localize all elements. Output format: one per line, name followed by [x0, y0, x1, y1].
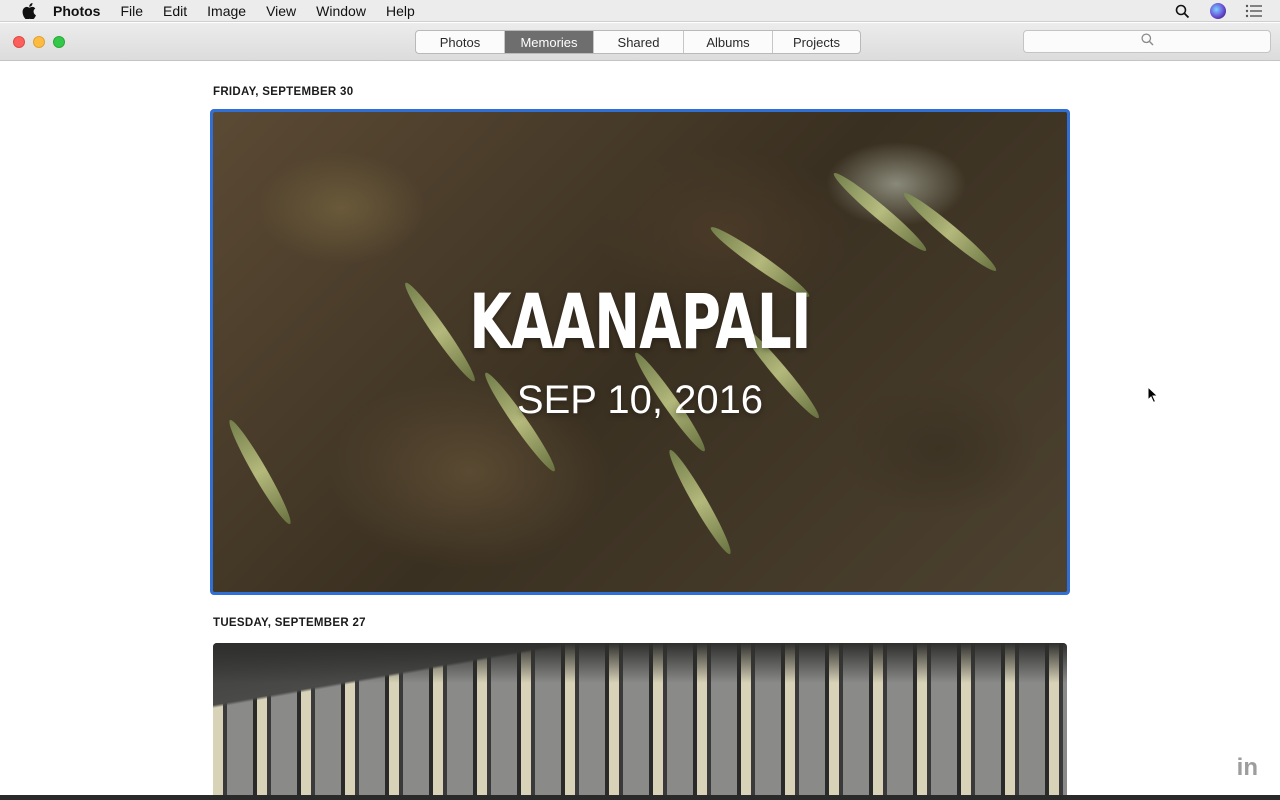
photo-shadow [213, 643, 1067, 683]
menu-window[interactable]: Window [316, 3, 366, 19]
search-icon [1140, 32, 1154, 51]
window-toolbar: Photos Memories Shared Albums Projects [0, 23, 1280, 61]
menu-help[interactable]: Help [386, 3, 415, 19]
search-field[interactable] [1023, 30, 1271, 53]
watermark-text: Linked [1139, 752, 1230, 783]
spotlight-search-icon[interactable] [1172, 1, 1192, 21]
memory-date-header: FRIDAY, SEPTEMBER 30 [213, 86, 354, 98]
tab-memories[interactable]: Memories [505, 31, 594, 53]
memory-card-stairs[interactable] [213, 643, 1067, 795]
close-window-button[interactable] [13, 36, 25, 48]
window-bottom-edge [0, 795, 1280, 800]
memory-title: KAANAPALI [469, 277, 811, 366]
menu-app-photos[interactable]: Photos [53, 3, 100, 19]
window-controls [13, 36, 73, 48]
notification-center-icon[interactable] [1244, 1, 1264, 21]
watermark-badge: in [1232, 753, 1262, 783]
view-tabs: Photos Memories Shared Albums Projects [415, 30, 861, 54]
memory-date-header: TUESDAY, SEPTEMBER 27 [213, 617, 366, 629]
tab-projects[interactable]: Projects [773, 31, 860, 53]
menu-image[interactable]: Image [207, 3, 246, 19]
zoom-window-button[interactable] [53, 36, 65, 48]
tab-photos[interactable]: Photos [416, 31, 505, 53]
mouse-cursor-icon [1147, 386, 1159, 404]
menu-edit[interactable]: Edit [163, 3, 187, 19]
memories-view: FRIDAY, SEPTEMBER 30 KAANAPALI SEP 10, 2… [0, 62, 1280, 795]
apple-icon[interactable] [19, 2, 39, 19]
linkedin-watermark: Linked in [1139, 752, 1262, 784]
memory-subtitle: SEP 10, 2016 [516, 378, 764, 422]
tab-shared[interactable]: Shared [594, 31, 684, 53]
tab-albums[interactable]: Albums [684, 31, 773, 53]
menu-file[interactable]: File [120, 3, 143, 19]
menu-bar: Photos File Edit Image View Window Help [0, 0, 1280, 22]
siri-icon[interactable] [1208, 1, 1228, 21]
menu-view[interactable]: View [266, 3, 296, 19]
memory-card-kaanapali[interactable]: KAANAPALI SEP 10, 2016 [210, 109, 1070, 595]
minimize-window-button[interactable] [33, 36, 45, 48]
